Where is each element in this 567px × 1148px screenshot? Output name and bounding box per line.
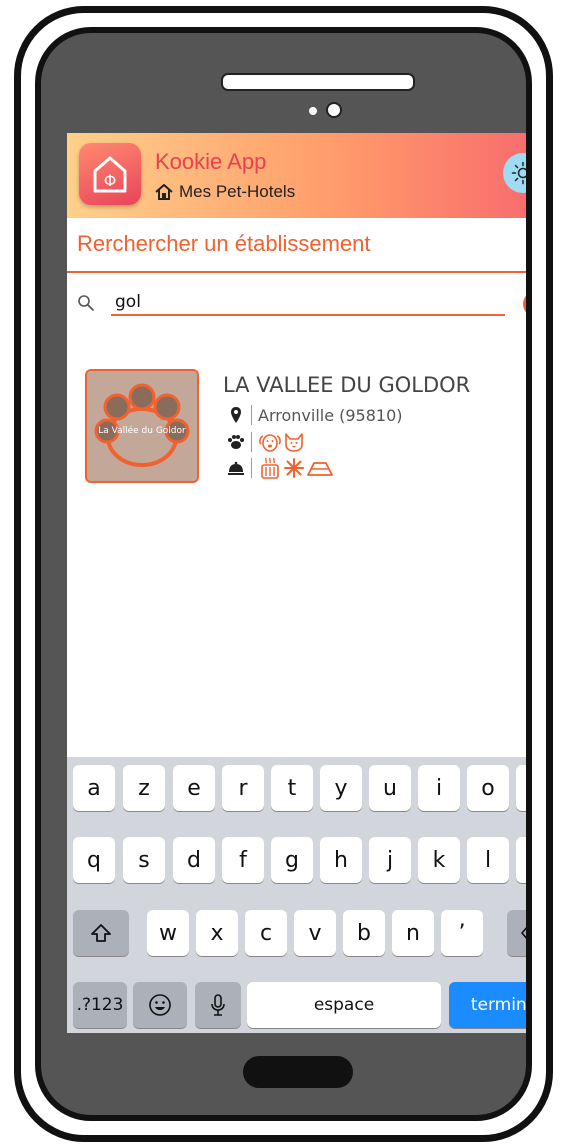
backspace-clear-icon <box>528 298 532 310</box>
backspace-icon <box>521 927 526 939</box>
phone-frame: Φ Kookie App Mes Pet-Hotels Rerchercher … <box>14 6 553 1142</box>
heating-icon <box>261 457 279 479</box>
dog-icon <box>259 434 281 452</box>
key-b[interactable]: b <box>343 910 385 956</box>
front-camera <box>326 102 342 118</box>
key-v[interactable]: v <box>294 910 336 956</box>
key-h[interactable]: h <box>320 837 362 883</box>
shift-icon <box>91 924 111 942</box>
app-screen: Φ Kookie App Mes Pet-Hotels Rerchercher … <box>67 133 532 1033</box>
key-j[interactable]: j <box>369 837 411 883</box>
search-input[interactable] <box>111 290 505 316</box>
section-divider <box>67 271 526 273</box>
key-i[interactable]: i <box>418 765 460 811</box>
sun-icon <box>511 161 526 185</box>
paw-icon <box>228 435 244 449</box>
emoji-key[interactable] <box>133 982 187 1028</box>
home-button[interactable] <box>243 1056 353 1088</box>
house-logo-icon: Φ <box>93 156 127 193</box>
emoji-icon <box>149 994 171 1016</box>
phone-bezel: Φ Kookie App Mes Pet-Hotels Rerchercher … <box>35 27 532 1121</box>
key-o[interactable]: o <box>467 765 509 811</box>
key-w[interactable]: w <box>147 910 189 956</box>
bowl-icon <box>307 462 333 476</box>
search-icon <box>78 295 94 311</box>
shift-key[interactable] <box>73 910 129 956</box>
result-location: Arronville (95810) <box>258 405 403 425</box>
key-r[interactable]: r <box>222 765 264 811</box>
page-subtitle: Mes Pet-Hotels <box>179 182 296 201</box>
row-separator <box>251 458 252 478</box>
done-key[interactable]: terminé <box>449 982 526 1028</box>
key-f[interactable]: f <box>222 837 264 883</box>
svg-text:La Vallée du Goldor: La Vallée du Goldor <box>98 425 186 436</box>
cat-icon <box>285 433 303 452</box>
paw-logo-image: La Vallée du Goldor <box>87 371 197 481</box>
key-n[interactable]: n <box>392 910 434 956</box>
cloche-icon <box>228 461 244 475</box>
amenities-row <box>225 457 334 479</box>
key-a[interactable]: a <box>73 765 115 811</box>
key-c[interactable]: c <box>245 910 287 956</box>
key-g[interactable]: g <box>271 837 313 883</box>
dictation-key[interactable] <box>195 982 241 1028</box>
key-d[interactable]: d <box>173 837 215 883</box>
virtual-keyboard: a z e r t y u i o p q s d f g h j k l m <box>67 757 526 1033</box>
row-separator <box>251 432 252 452</box>
numbers-key[interactable]: .?123 <box>73 982 127 1028</box>
key-m[interactable]: m <box>516 837 526 883</box>
key-u[interactable]: u <box>369 765 411 811</box>
key-z[interactable]: z <box>123 765 165 811</box>
backspace-key[interactable] <box>507 910 526 956</box>
key-e[interactable]: e <box>173 765 215 811</box>
location-row: Arronville (95810) <box>225 405 403 425</box>
result-thumbnail: La Vallée du Goldor <box>85 369 199 483</box>
row-separator <box>251 405 252 425</box>
result-name: LA VALLEE DU GOLDOR <box>223 373 471 397</box>
animals-row <box>225 431 306 453</box>
search-section-title: Rerchercher un établissement <box>77 231 371 256</box>
sensor-dot <box>309 107 317 115</box>
app-header: Φ Kookie App Mes Pet-Hotels <box>67 133 526 218</box>
key-p[interactable]: p <box>516 765 526 811</box>
key-k[interactable]: k <box>418 837 460 883</box>
key-s[interactable]: s <box>123 837 165 883</box>
key-l[interactable]: l <box>467 837 509 883</box>
speaker-grill <box>221 73 415 91</box>
home-icon <box>155 184 173 200</box>
space-key[interactable]: espace <box>247 982 441 1028</box>
microphone-icon <box>211 994 225 1016</box>
result-card[interactable]: La Vallée du Goldor LA VALLEE DU GOLDOR … <box>85 369 526 489</box>
breadcrumb: Mes Pet-Hotels <box>155 182 295 202</box>
map-pin-icon <box>231 407 241 423</box>
key-apostrophe[interactable]: ’ <box>441 910 483 956</box>
app-title: Kookie App <box>155 149 267 174</box>
key-t[interactable]: t <box>271 765 313 811</box>
key-q[interactable]: q <box>73 837 115 883</box>
svg-text:Φ: Φ <box>104 171 117 190</box>
key-x[interactable]: x <box>196 910 238 956</box>
air-conditioning-icon <box>284 458 304 478</box>
theme-toggle-button[interactable] <box>503 153 526 193</box>
clear-search-button[interactable] <box>523 291 532 317</box>
key-y[interactable]: y <box>320 765 362 811</box>
app-logo: Φ <box>79 143 141 205</box>
